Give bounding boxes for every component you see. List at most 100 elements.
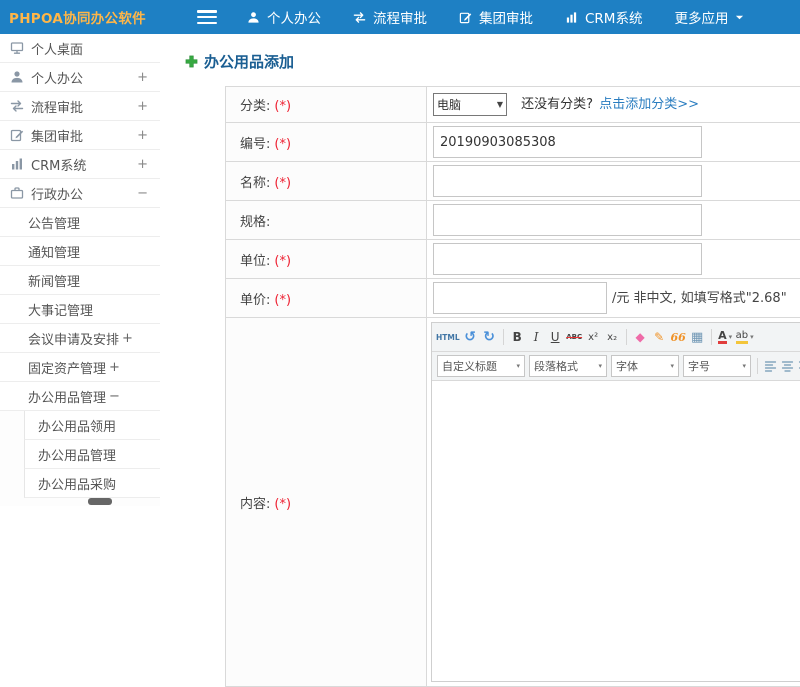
insert-image-button[interactable]: ▦ (689, 328, 706, 346)
expand-indicator[interactable]: + (137, 99, 148, 114)
required-mark: (*) (274, 497, 291, 512)
expand-indicator[interactable]: + (137, 157, 148, 172)
edit-icon (10, 128, 24, 142)
sidebar-item-label: 办公用品采购 (38, 474, 116, 493)
expand-indicator[interactable]: + (137, 70, 148, 85)
nav-label: 集团审批 (479, 7, 533, 27)
sidebar-item-workflow-approval[interactable]: 流程审批 + (0, 92, 160, 121)
add-icon (185, 55, 198, 68)
caret-down-icon: ▾ (670, 362, 674, 370)
scrollbar-thumb[interactable] (88, 498, 112, 505)
expand-indicator[interactable]: + (109, 360, 120, 375)
font-color-button[interactable]: A ▾ (717, 328, 734, 346)
undo-button[interactable]: ↺ (462, 328, 479, 346)
editor-toolbar-row1: HTML ↺ ↻ B I U ABC x² x₂ ◆ ✎ 66 (432, 323, 800, 352)
category-select[interactable]: 电脑 ▼ (433, 93, 507, 116)
blockquote-button[interactable]: 66 (670, 328, 687, 346)
html-source-button[interactable]: HTML (436, 328, 460, 346)
sidebar-item-meeting-request[interactable]: 会议申请及安排 + (0, 324, 160, 353)
sidebar-item-supplies-purchase[interactable]: 办公用品采购 (24, 469, 160, 498)
sidebar-item-supplies-manage[interactable]: 办公用品管理 (24, 440, 160, 469)
nav-label: CRM系统 (585, 7, 642, 27)
sidebar-item-fixed-assets[interactable]: 固定资产管理 + (0, 353, 160, 382)
sidebar-item-events-mgmt[interactable]: 大事记管理 (0, 295, 160, 324)
sidebar-item-label: 流程审批 (31, 97, 83, 116)
editor-content-area[interactable] (432, 381, 800, 681)
sidebar-item-label: 固定资产管理 (28, 358, 106, 377)
sidebar-item-crm[interactable]: CRM系统 + (0, 150, 160, 179)
sidebar-item-label: 办公用品管理 (28, 387, 106, 406)
sidebar-item-admin-office[interactable]: 行政办公 − (0, 179, 160, 208)
underline-button[interactable]: U (547, 328, 564, 346)
superscript-button[interactable]: x² (585, 328, 602, 346)
name-input[interactable] (433, 165, 702, 197)
add-category-link[interactable]: 点击添加分类>> (599, 97, 699, 112)
field-label: 名称: (240, 176, 270, 191)
flow-icon (353, 11, 366, 24)
main-content: 办公用品添加 分类:(*) 电脑 ▼ 还没有分类? 点击添加分类>> 编号:(*… (160, 34, 800, 506)
font-family-select[interactable]: 字体 ▾ (611, 355, 679, 377)
sidebar-item-group-approval[interactable]: 集团审批 + (0, 121, 160, 150)
caret-down-icon: ▾ (750, 333, 754, 341)
collapse-indicator[interactable]: − (109, 389, 120, 404)
remove-format-button[interactable]: ◆ (632, 328, 649, 346)
expand-indicator[interactable]: + (137, 128, 148, 143)
toolbar-separator (711, 329, 712, 345)
nav-more-apps[interactable]: 更多应用 (674, 7, 744, 27)
toolbar-separator (757, 358, 758, 374)
menu-toggle-button[interactable] (197, 10, 217, 24)
form-row-name: 名称:(*) (226, 162, 800, 201)
field-label: 内容: (240, 497, 270, 512)
align-center-button[interactable] (781, 360, 794, 372)
italic-button[interactable]: I (528, 328, 545, 346)
subscript-button[interactable]: x₂ (604, 328, 621, 346)
code-input[interactable] (433, 126, 702, 158)
nav-group-approval[interactable]: 集团审批 (459, 7, 533, 27)
sidebar-item-personal-desktop[interactable]: 个人桌面 (0, 34, 160, 63)
sidebar-item-personal-office[interactable]: 个人办公 + (0, 63, 160, 92)
sidebar-item-notice-mgmt[interactable]: 通知管理 (0, 237, 160, 266)
required-mark: (*) (274, 293, 291, 308)
sidebar-item-label: 会议申请及安排 (28, 329, 119, 348)
sidebar-item-news-mgmt[interactable]: 新闻管理 (0, 266, 160, 295)
expand-indicator[interactable]: + (122, 331, 133, 346)
sidebar-item-label: 个人桌面 (31, 39, 83, 58)
required-mark: (*) (274, 137, 291, 152)
background-color-button[interactable]: ab ▾ (736, 328, 754, 346)
sidebar-item-announcement-mgmt[interactable]: 公告管理 (0, 208, 160, 237)
rich-text-editor: HTML ↺ ↻ B I U ABC x² x₂ ◆ ✎ 66 (431, 322, 800, 682)
sidebar-item-supplies-claim[interactable]: 办公用品领用 (24, 411, 160, 440)
format-painter-button[interactable]: ✎ (651, 328, 668, 346)
sidebar-item-label: 个人办公 (31, 68, 83, 87)
caret-down-icon (735, 13, 744, 22)
chart-icon (10, 157, 24, 171)
nav-label: 个人办公 (267, 7, 321, 27)
heading-style-select[interactable]: 自定义标题 ▾ (437, 355, 525, 377)
align-left-button[interactable] (764, 360, 777, 372)
caret-down-icon: ▾ (516, 362, 520, 370)
chart-icon (565, 11, 578, 24)
app-logo[interactable]: PHPOA协同办公软件 (0, 7, 179, 27)
field-label: 编号: (240, 137, 270, 152)
unit-input[interactable] (433, 243, 702, 275)
nav-workflow-approval[interactable]: 流程审批 (353, 7, 427, 27)
toolbar-separator (626, 329, 627, 345)
spec-input[interactable] (433, 204, 702, 236)
nav-personal-office[interactable]: 个人办公 (247, 7, 321, 27)
field-label: 单价: (240, 293, 270, 308)
nav-crm[interactable]: CRM系统 (565, 7, 642, 27)
paragraph-format-select[interactable]: 段落格式 ▾ (529, 355, 607, 377)
font-size-select[interactable]: 字号 ▾ (683, 355, 751, 377)
sidebar-item-label: 行政办公 (31, 184, 83, 203)
edit-icon (459, 11, 472, 24)
sidebar-item-office-supplies-mgmt[interactable]: 办公用品管理 − (0, 382, 160, 411)
collapse-indicator[interactable]: − (137, 186, 148, 201)
bold-button[interactable]: B (509, 328, 526, 346)
sidebar-item-label: 公告管理 (28, 213, 80, 232)
price-input[interactable] (433, 282, 607, 314)
nav-label: 更多应用 (674, 7, 728, 27)
toolbar-separator (503, 329, 504, 345)
field-label: 分类: (240, 99, 270, 114)
strikethrough-button[interactable]: ABC (566, 328, 583, 346)
redo-button[interactable]: ↻ (481, 328, 498, 346)
